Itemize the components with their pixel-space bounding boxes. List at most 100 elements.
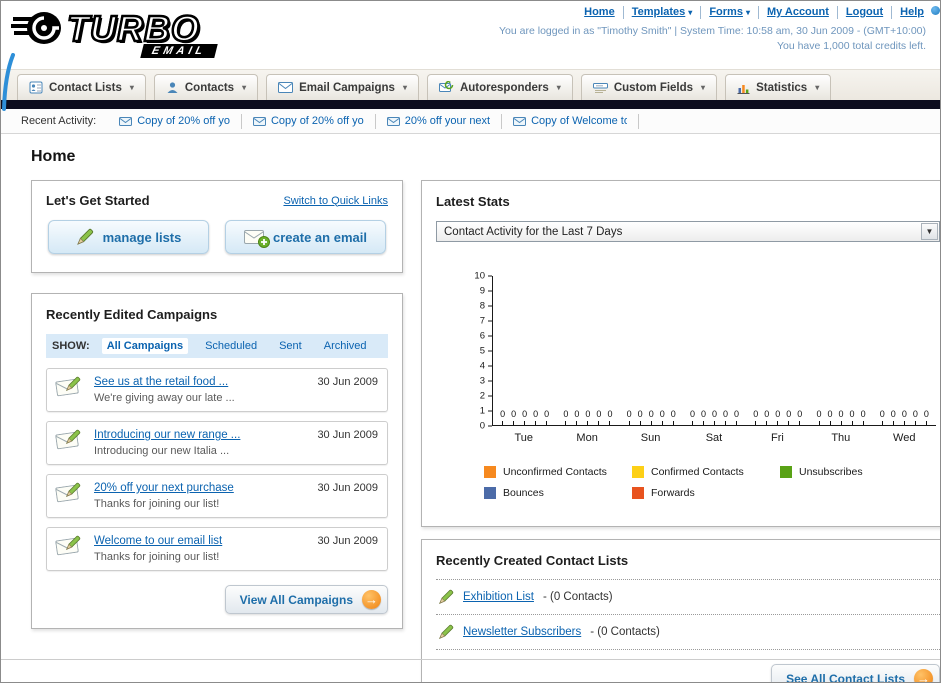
envelope-icon bbox=[386, 116, 400, 126]
tab-contacts[interactable]: Contacts bbox=[153, 74, 259, 100]
campaign-date: 30 Jun 2009 bbox=[317, 429, 378, 441]
chart-x-label: Thu bbox=[831, 432, 851, 444]
logo-swoosh-icon bbox=[11, 12, 61, 44]
show-label: SHOW: bbox=[52, 340, 90, 352]
filter-archived[interactable]: Archived bbox=[319, 338, 372, 354]
top-link-my-account[interactable]: My Account bbox=[759, 6, 838, 19]
app-window: TURBO EMAIL Home Templates Forms My Acco… bbox=[0, 0, 941, 683]
view-all-campaigns-button[interactable]: View All Campaigns bbox=[224, 585, 388, 614]
chart-day-group: 00000 bbox=[556, 410, 619, 425]
top-link-home[interactable]: Home bbox=[576, 6, 624, 19]
custom-fields-icon bbox=[592, 82, 608, 94]
page-title: Home bbox=[31, 148, 76, 165]
tab-label: Email Campaigns bbox=[299, 81, 395, 94]
chart-value-label: 0 bbox=[671, 410, 676, 425]
pencil-icon bbox=[439, 624, 454, 639]
filter-scheduled[interactable]: Scheduled bbox=[200, 338, 262, 354]
campaign-envelope-pencil-icon bbox=[55, 429, 84, 455]
campaign-info: 20% off your next purchase Thanks for jo… bbox=[94, 482, 307, 510]
top-link-logout[interactable]: Logout bbox=[838, 6, 893, 19]
tab-custom-fields[interactable]: Custom Fields bbox=[580, 74, 718, 100]
chart-x-label: Sun bbox=[640, 432, 661, 444]
y-axis-tick: 5 bbox=[480, 346, 492, 357]
main-nav-tabbar: Contact Lists Contacts Email Campaigns A… bbox=[1, 69, 940, 100]
top-link-templates[interactable]: Templates bbox=[624, 6, 702, 19]
top-link-forms[interactable]: Forms bbox=[701, 6, 759, 19]
y-axis-label: 10 bbox=[474, 270, 485, 282]
chart-x-label: Fri bbox=[770, 432, 784, 444]
campaign-link[interactable]: Introducing our new range ... bbox=[94, 429, 307, 441]
app-logo[interactable]: TURBO EMAIL bbox=[11, 5, 218, 58]
recent-activity-label: Recent Activity: bbox=[21, 115, 97, 127]
latest-stats-title: Latest Stats bbox=[436, 194, 510, 209]
y-axis-tick: 3 bbox=[480, 376, 492, 387]
recent-activity-item[interactable]: Copy of 20% off yo bbox=[242, 113, 376, 129]
y-axis-label: 9 bbox=[479, 285, 485, 297]
arrow-right-icon bbox=[914, 669, 933, 682]
chart-value-label: 0 bbox=[596, 410, 601, 425]
top-link-help[interactable]: Help bbox=[892, 6, 926, 19]
campaign-link[interactable]: See us at the retail food ... bbox=[94, 376, 307, 388]
switch-quick-links-link[interactable]: Switch to Quick Links bbox=[283, 195, 388, 207]
see-all-contact-lists-button[interactable]: See All Contact Lists bbox=[771, 664, 940, 682]
contact-list-count: - (0 Contacts) bbox=[590, 626, 660, 638]
footer-divider bbox=[1, 659, 940, 660]
chart-day-group: 00000 bbox=[746, 410, 809, 425]
y-axis-label: 3 bbox=[479, 375, 485, 387]
filter-all-campaigns[interactable]: All Campaigns bbox=[101, 338, 189, 354]
contact-lists-title: Recently Created Contact Lists bbox=[436, 553, 629, 568]
recent-activity-item[interactable]: Copy of 20% off yo bbox=[108, 113, 242, 129]
create-email-label: create an email bbox=[273, 229, 367, 245]
recent-activity-item[interactable]: Copy of Welcome to bbox=[502, 113, 640, 129]
chart-value-label: 0 bbox=[574, 410, 579, 425]
campaign-subject: Thanks for joining our list! bbox=[94, 551, 220, 563]
chart-day-group: 00000 bbox=[683, 410, 746, 425]
tab-autoresponders[interactable]: Autoresponders bbox=[426, 74, 573, 100]
chart-value-label: 0 bbox=[850, 410, 855, 425]
manage-lists-button[interactable]: manage lists bbox=[48, 220, 209, 254]
right-column: Latest Stats Contact Activity for the La… bbox=[421, 180, 940, 682]
filter-sent[interactable]: Sent bbox=[274, 338, 307, 354]
tab-statistics[interactable]: Statistics bbox=[725, 74, 832, 100]
recent-activity-item-label: 20% off your next bbox=[404, 115, 491, 127]
campaign-link[interactable]: 20% off your next purchase bbox=[94, 482, 307, 494]
contact-list-link[interactable]: Exhibition List bbox=[463, 591, 534, 603]
logo-text: TURBO EMAIL bbox=[66, 7, 218, 58]
campaign-row: 20% off your next purchase Thanks for jo… bbox=[46, 474, 388, 518]
chart-value-label: 0 bbox=[660, 410, 665, 425]
tab-email-campaigns[interactable]: Email Campaigns bbox=[266, 74, 419, 100]
chart-value-label: 0 bbox=[500, 410, 505, 425]
chart-value-label: 0 bbox=[533, 410, 538, 425]
credits-info: You have 1,000 total credits left. bbox=[776, 40, 926, 52]
chart-value-label: 0 bbox=[861, 410, 866, 425]
stats-range-select[interactable]: Contact Activity for the Last 7 Days bbox=[436, 221, 940, 242]
y-axis-tick: 10 bbox=[474, 271, 492, 282]
create-email-button[interactable]: create an email bbox=[225, 220, 386, 254]
contact-lists-panel: Recently Created Contact Lists Exhibitio… bbox=[421, 539, 940, 682]
campaign-link[interactable]: Welcome to our email list bbox=[94, 535, 307, 547]
y-axis-tick: 7 bbox=[480, 316, 492, 327]
campaign-list: See us at the retail food ... We're givi… bbox=[46, 368, 388, 571]
legend-swatch bbox=[780, 466, 792, 478]
contact-list-link[interactable]: Newsletter Subscribers bbox=[463, 626, 581, 638]
legend-swatch bbox=[632, 466, 644, 478]
envelope-icon bbox=[119, 116, 133, 126]
recent-activity-item[interactable]: 20% off your next bbox=[376, 113, 503, 129]
header: TURBO EMAIL Home Templates Forms My Acco… bbox=[1, 1, 940, 69]
y-axis-tick: 9 bbox=[480, 286, 492, 297]
y-axis-tick: 4 bbox=[480, 361, 492, 372]
contact-list-item: Newsletter Subscribers - (0 Contacts) bbox=[436, 615, 940, 640]
chart-x-label: Sat bbox=[705, 432, 723, 444]
chart-x-label: Tue bbox=[514, 432, 533, 444]
pencil-icon bbox=[439, 589, 454, 604]
recent-activity-item-label: Copy of 20% off yo bbox=[270, 115, 364, 127]
chart-day-group: 00000 bbox=[620, 410, 683, 425]
logo-subtitle: EMAIL bbox=[140, 44, 218, 58]
legend-swatch bbox=[632, 487, 644, 499]
campaigns-panel: Recently Edited Campaigns SHOW: All Camp… bbox=[31, 293, 403, 629]
chart-day-group: 00000 bbox=[873, 410, 936, 425]
legend-label: Unconfirmed Contacts bbox=[503, 466, 607, 478]
top-nav: Home Templates Forms My Account Logout H… bbox=[499, 6, 926, 19]
tab-contact-lists[interactable]: Contact Lists bbox=[17, 74, 146, 100]
y-axis-label: 2 bbox=[479, 390, 485, 402]
